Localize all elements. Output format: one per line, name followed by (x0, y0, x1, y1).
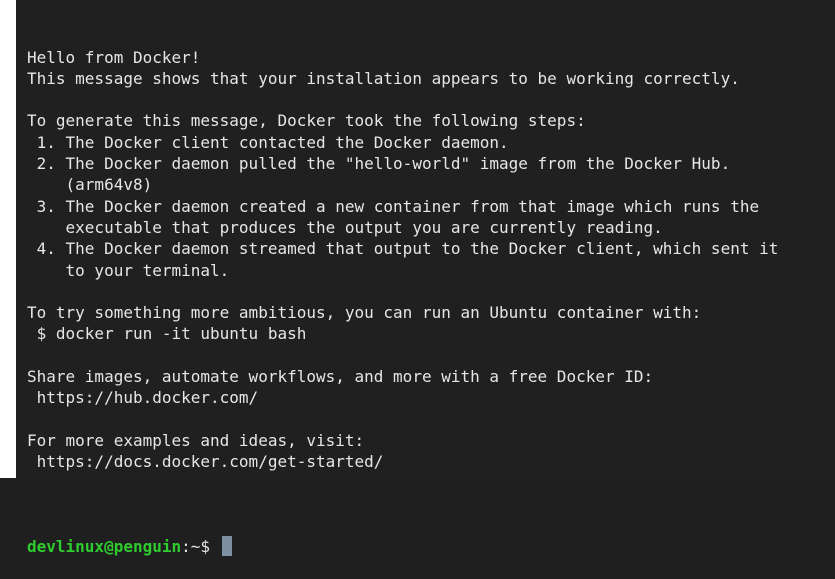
prompt-line[interactable]: devlinux@penguin:~$ (27, 536, 835, 557)
terminal-line: For more examples and ideas, visit: (27, 430, 365, 450)
terminal-line: $ docker run -it ubuntu bash (27, 324, 307, 344)
terminal-line: 2. The Docker daemon pulled the "hello-w… (27, 154, 731, 174)
prompt-user-host: devlinux@penguin (27, 537, 182, 557)
terminal-line: Hello from Docker! (27, 47, 201, 67)
terminal-line: To generate this message, Docker took th… (27, 111, 586, 131)
terminal-line: Share images, automate workflows, and mo… (27, 367, 654, 387)
terminal-output: Hello from Docker! This message shows tha… (27, 47, 835, 494)
terminal-line: to your terminal. (27, 260, 230, 280)
prompt-path: :~$ (181, 537, 220, 557)
terminal-cursor (221, 536, 232, 557)
window-edge (0, 0, 16, 478)
terminal-line: (arm64v8) (27, 175, 153, 195)
terminal-line: 1. The Docker client contacted the Docke… (27, 132, 509, 152)
terminal-line: To try something more ambitious, you can… (27, 303, 702, 323)
terminal-line: 3. The Docker daemon created a new conta… (27, 196, 760, 216)
terminal-line: executable that produces the output you … (27, 217, 663, 237)
terminal-window[interactable]: Hello from Docker! This message shows tha… (16, 0, 835, 557)
terminal-line: https://hub.docker.com/ (27, 388, 259, 408)
terminal-line: https://docs.docker.com/get-started/ (27, 452, 384, 472)
terminal-line: 4. The Docker daemon streamed that outpu… (27, 239, 779, 259)
terminal-line: This message shows that your installatio… (27, 68, 740, 88)
